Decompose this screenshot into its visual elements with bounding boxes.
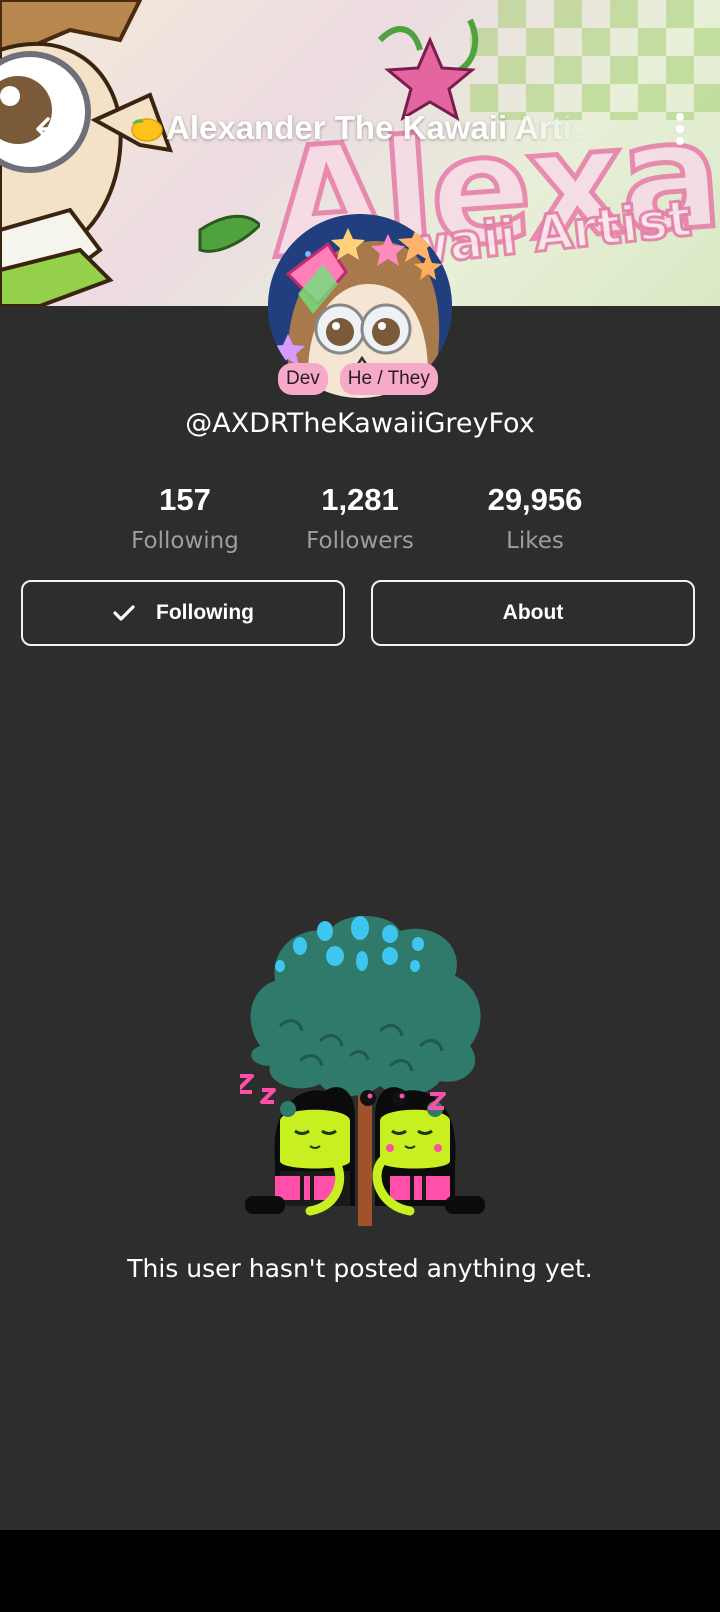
sleeping-under-tree-illustration — [240, 916, 485, 1226]
stat-likes-value: 29,956 — [487, 482, 583, 517]
more-options-button[interactable] — [662, 104, 698, 154]
page-title-text: Alexander The Kawaii Artist — [166, 109, 586, 146]
stat-following[interactable]: 157 Following — [85, 480, 285, 554]
page-title: Alexander The Kawaii Artist — [128, 106, 586, 150]
about-button[interactable]: About — [371, 580, 695, 646]
badge-pronouns: He / They — [339, 363, 438, 395]
more-vertical-icon — [676, 113, 684, 145]
badge-dev: Dev — [278, 363, 328, 395]
stat-following-value: 157 — [159, 482, 211, 517]
profile-stats: 157 Following 1,281 Followers 29,956 Lik… — [0, 480, 720, 560]
stat-followers[interactable]: 1,281 Followers — [260, 480, 460, 554]
back-button[interactable] — [24, 104, 74, 154]
stat-followers-value: 1,281 — [321, 482, 399, 517]
stat-following-label: Following — [131, 528, 239, 554]
system-navigation-bar — [0, 1530, 720, 1612]
top-app-bar: Alexander The Kawaii Artist — [0, 90, 720, 166]
stat-likes: 29,956 Likes — [435, 480, 635, 554]
profile-badges: Dev He / They — [278, 363, 438, 395]
stat-followers-label: Followers — [306, 528, 414, 554]
empty-state-message: This user hasn't posted anything yet. — [127, 1254, 593, 1283]
username: @AXDRTheKawaiiGreyFox — [185, 408, 535, 439]
arrow-left-icon — [36, 117, 63, 141]
about-button-label: About — [502, 601, 564, 624]
check-icon — [112, 603, 136, 623]
following-button-label: Following — [156, 601, 254, 624]
lemon-icon — [128, 114, 164, 142]
following-button[interactable]: Following — [21, 580, 345, 646]
stat-likes-label: Likes — [506, 528, 564, 554]
profile-screen: Alexander Kawaii Artist Alexander The Ka… — [0, 0, 720, 1530]
